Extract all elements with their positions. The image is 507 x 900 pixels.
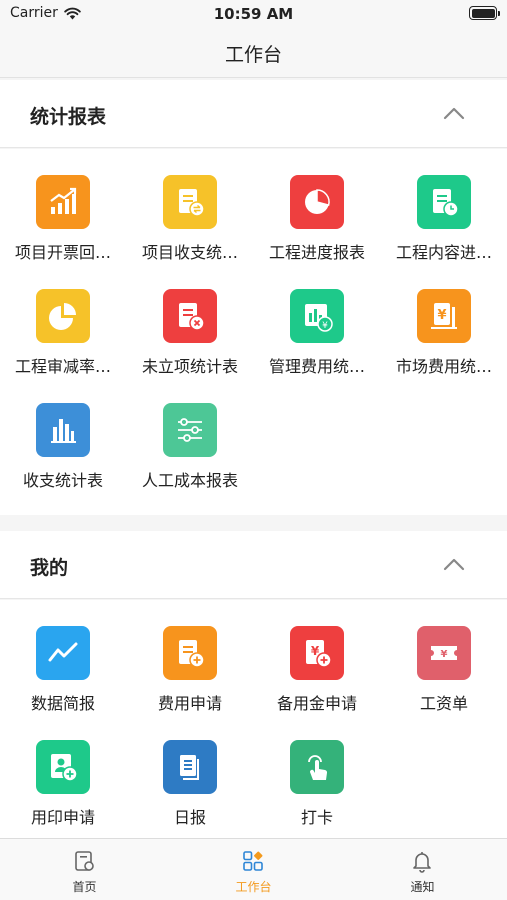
document-cancel-icon <box>163 289 217 343</box>
grid-item-check-in[interactable]: 打卡 <box>254 740 380 840</box>
grid-item-label: 备用金申请 <box>276 694 357 713</box>
grid-item-income-expense[interactable]: 收支统计表 <box>0 403 126 503</box>
document-clock-icon <box>417 175 471 229</box>
grid-item-labor-cost[interactable]: 人工成本报表 <box>127 403 253 503</box>
grid-item-label: 工资单 <box>419 694 468 713</box>
chevron-up-icon[interactable] <box>443 557 465 571</box>
grid-item-label: 工程进度报表 <box>268 243 365 262</box>
section-title: 我的 <box>30 557 69 579</box>
workbench-grid-icon <box>243 851 263 871</box>
yen-add-icon: ¥ <box>290 626 344 680</box>
grid-item-label: 数据简报 <box>30 694 95 713</box>
reports-grid: 项目开票回… 项目收支统… 工程进度报表 工程内容进… 工程审减率… 未立项统计… <box>0 149 507 515</box>
grid-item-unapproved[interactable]: 未立项统计表 <box>127 289 253 389</box>
yen-ticket-icon: ¥ <box>417 626 471 680</box>
section-title: 统计报表 <box>30 106 107 128</box>
battery-icon <box>469 6 500 20</box>
grid-item-label: 项目开票回… <box>14 243 111 262</box>
tab-home[interactable]: 首页 <box>0 839 169 900</box>
section-header-mine[interactable]: 我的 <box>0 531 507 599</box>
grid-item-label: 打卡 <box>300 808 333 827</box>
line-chart-icon <box>36 626 90 680</box>
tab-label: 工作台 <box>235 880 272 894</box>
tap-finger-icon <box>290 740 344 794</box>
grid-item-label: 用印申请 <box>30 808 95 827</box>
home-doc-icon <box>75 851 94 871</box>
grid-item-label: 工程审减率… <box>14 357 111 376</box>
svg-text:¥: ¥ <box>441 649 448 660</box>
grid-item-label: 管理费用统… <box>268 357 365 376</box>
grid-item-daily-report[interactable]: 日报 <box>127 740 253 840</box>
mine-grid: 数据简报 费用申请 ¥ 备用金申请 ¥ 工资单 用印申请 日报 打卡 <box>0 600 507 838</box>
grid-item-petty-cash[interactable]: ¥ 备用金申请 <box>254 626 380 726</box>
document-add-icon <box>163 626 217 680</box>
grid-item-label: 市场费用统… <box>395 357 492 376</box>
grid-item-payslip[interactable]: ¥ 工资单 <box>381 626 507 726</box>
section-header-reports[interactable]: 统计报表 <box>0 80 507 148</box>
tab-notifications[interactable]: 通知 <box>338 839 507 900</box>
grid-item-label: 未立项统计表 <box>141 357 238 376</box>
grid-item-market-cost[interactable]: ¥ 市场费用统… <box>381 289 507 389</box>
grid-item-project-invoice[interactable]: 项目开票回… <box>0 175 126 275</box>
grid-item-progress-report[interactable]: 工程进度报表 <box>254 175 380 275</box>
chart-up-icon <box>36 175 90 229</box>
navigation-bar: 工作台 <box>0 28 507 78</box>
bar-chart-icon <box>36 403 90 457</box>
svg-text:¥: ¥ <box>437 308 446 323</box>
svg-text:¥: ¥ <box>322 321 328 331</box>
grid-item-content-progress[interactable]: 工程内容进… <box>381 175 507 275</box>
grid-item-seal-request[interactable]: 用印申请 <box>0 740 126 840</box>
stamp-add-icon <box>36 740 90 794</box>
yen-stand-icon: ¥ <box>417 289 471 343</box>
grid-item-management-cost[interactable]: ¥ 管理费用统… <box>254 289 380 389</box>
grid-item-audit-rate[interactable]: 工程审减率… <box>0 289 126 389</box>
tab-bar: 首页 工作台 通知 <box>0 838 507 900</box>
grid-item-label: 收支统计表 <box>22 471 103 490</box>
document-exchange-icon <box>163 175 217 229</box>
status-bar: Carrier 10:59 AM <box>0 0 507 28</box>
grid-item-project-income[interactable]: 项目收支统… <box>127 175 253 275</box>
tab-label: 首页 <box>72 880 97 894</box>
grid-item-label: 日报 <box>173 808 206 827</box>
bar-yen-icon: ¥ <box>290 289 344 343</box>
tab-workbench[interactable]: 工作台 <box>169 839 338 900</box>
tab-label: 通知 <box>410 880 435 894</box>
sliders-icon <box>163 403 217 457</box>
grid-item-label: 工程内容进… <box>395 243 492 262</box>
pie-chart-icon <box>36 289 90 343</box>
pie-progress-icon <box>290 175 344 229</box>
grid-item-data-brief[interactable]: 数据简报 <box>0 626 126 726</box>
bell-icon <box>413 852 431 873</box>
grid-item-expense-request[interactable]: 费用申请 <box>127 626 253 726</box>
grid-item-label: 项目收支统… <box>141 243 238 262</box>
page-title: 工作台 <box>224 44 282 66</box>
chevron-up-icon[interactable] <box>443 106 465 120</box>
daily-report-icon <box>163 740 217 794</box>
status-time: 10:59 AM <box>213 5 294 23</box>
grid-item-label: 人工成本报表 <box>141 471 238 490</box>
grid-item-label: 费用申请 <box>157 694 222 713</box>
